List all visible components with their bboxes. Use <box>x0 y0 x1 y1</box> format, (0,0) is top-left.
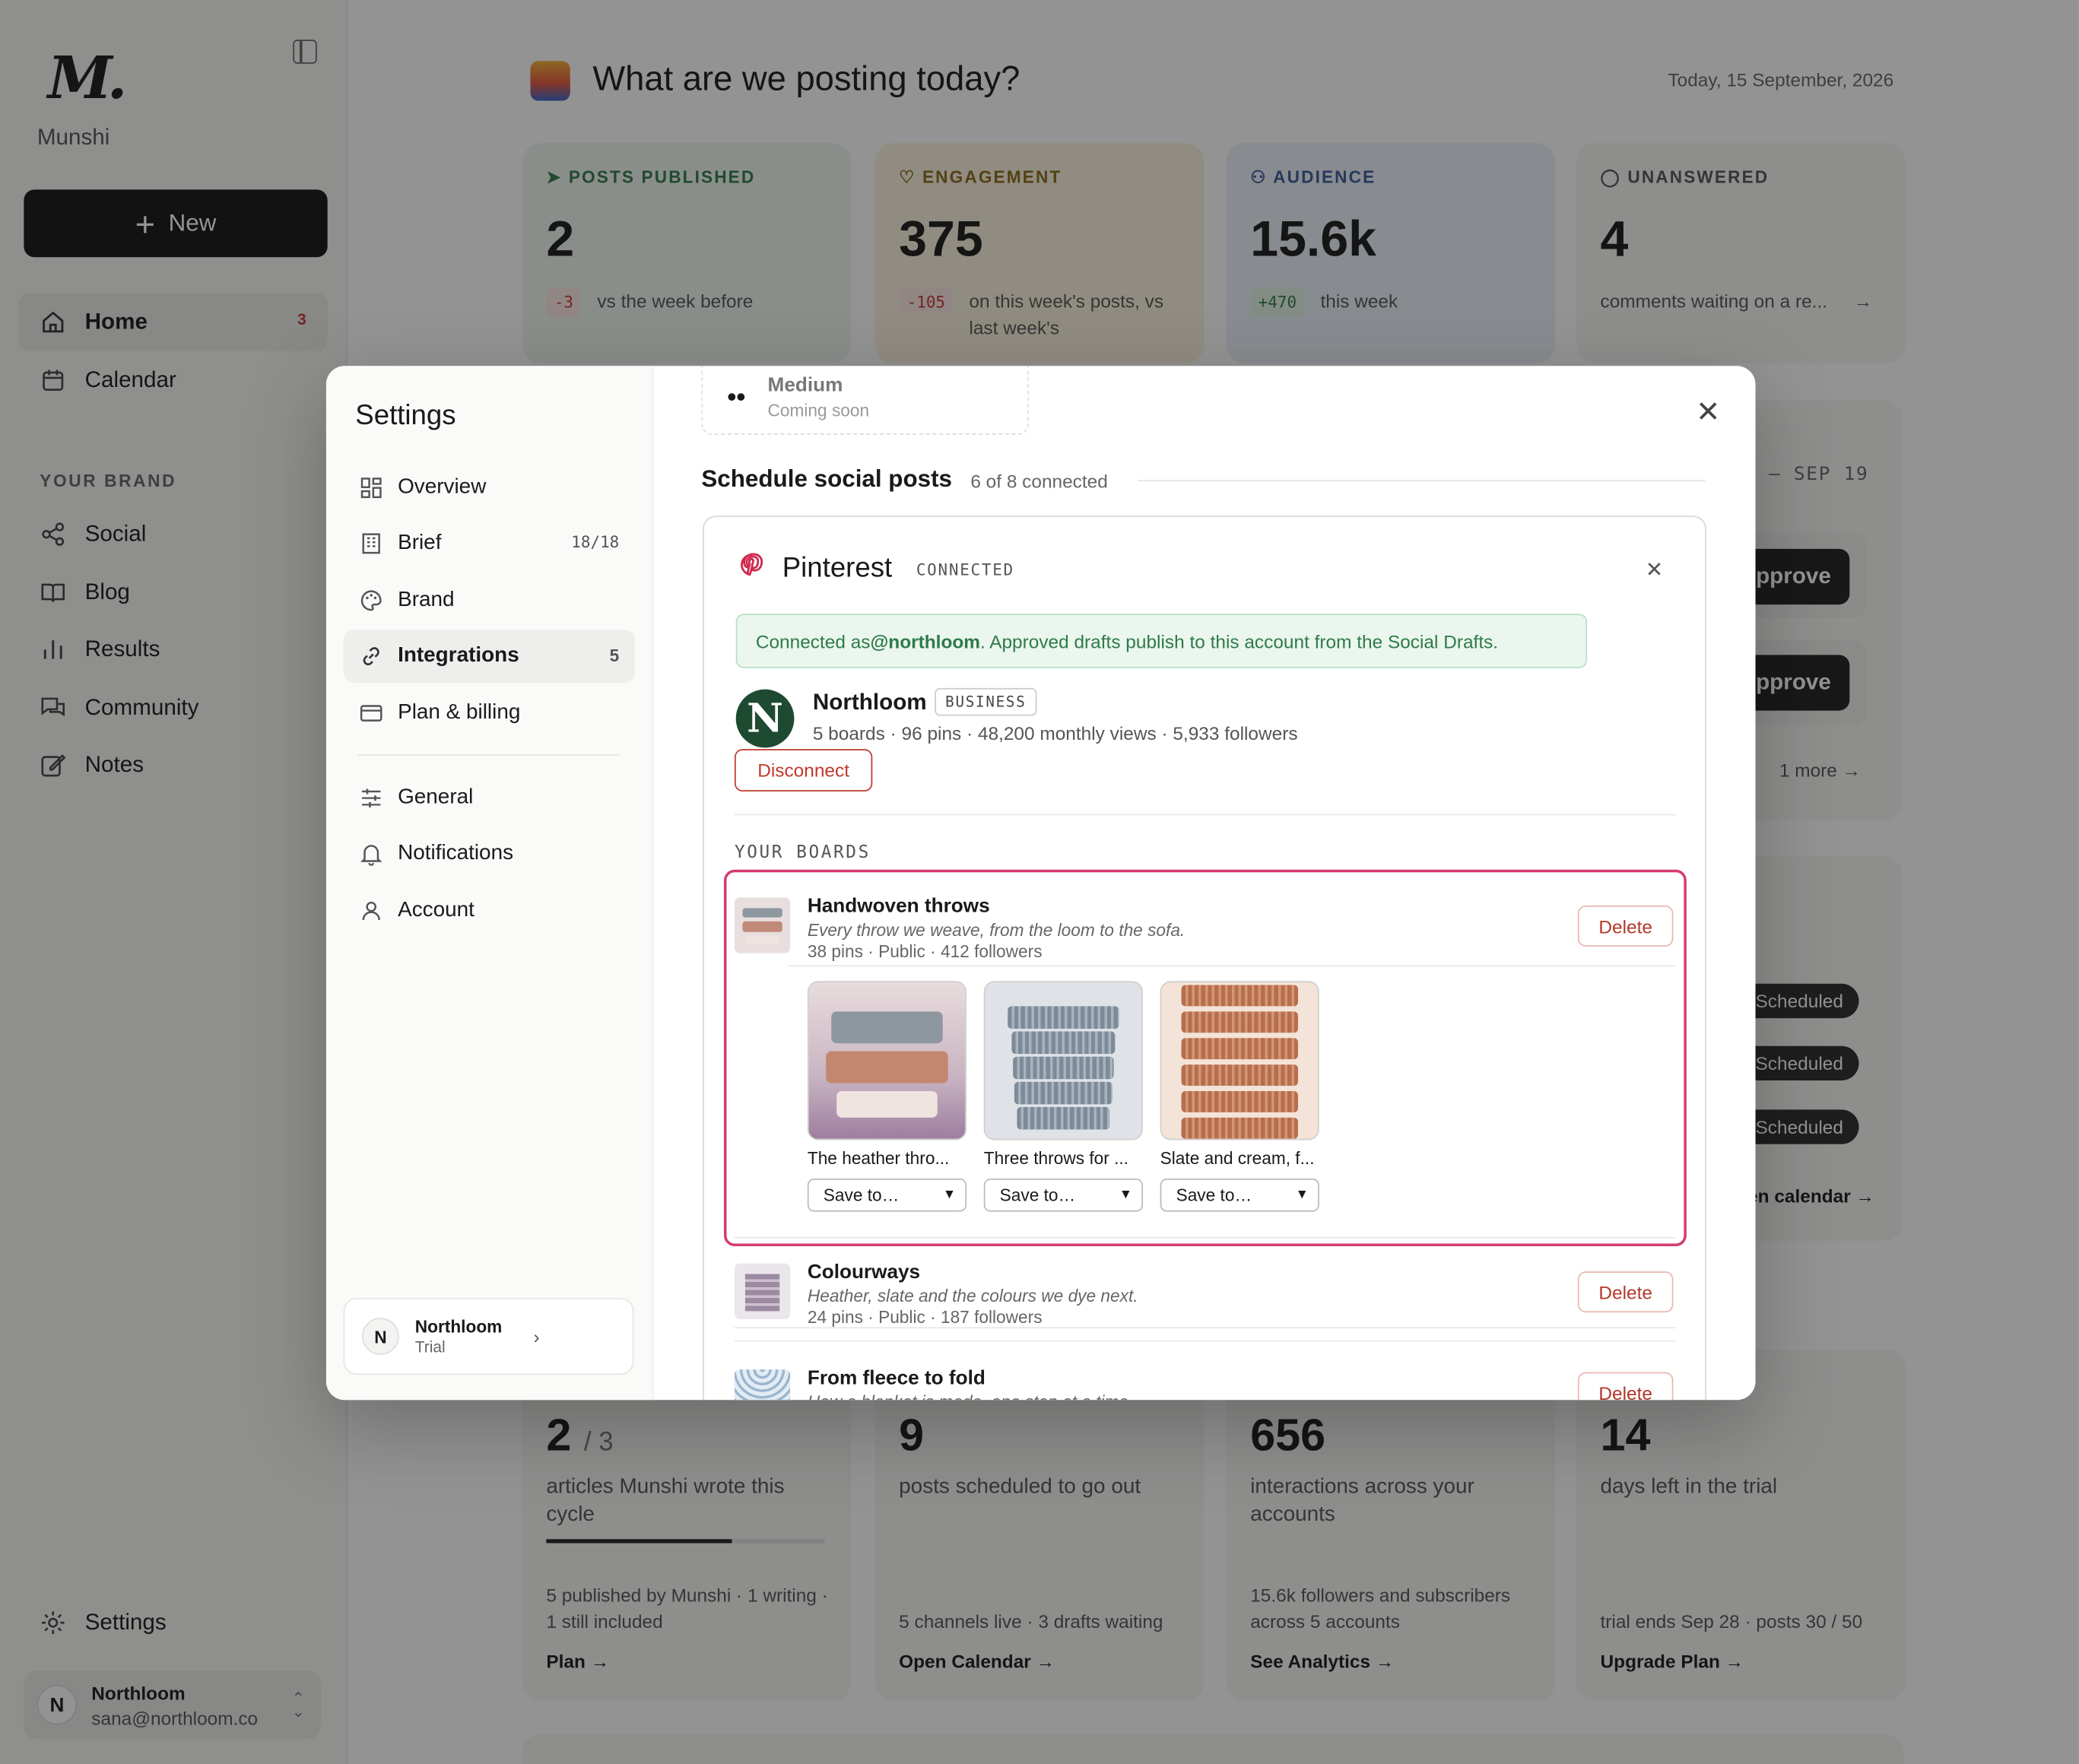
account-stats: 5 boards · 96 pins · 48,200 monthly view… <box>812 722 1298 744</box>
settings-nav-label: Account <box>398 899 475 922</box>
settings-content: ●● Medium Coming soon Schedule social po… <box>654 366 1756 1401</box>
chevron-down-icon: ▼ <box>942 1188 957 1203</box>
pin-image[interactable] <box>983 981 1143 1141</box>
settings-nav-label: General <box>398 785 474 809</box>
user-icon <box>362 901 380 921</box>
disconnect-button[interactable]: Disconnect <box>734 749 873 792</box>
account-name: Northloom <box>812 689 927 715</box>
divider <box>734 1327 1676 1329</box>
divider <box>734 1236 1676 1239</box>
settings-nav-label: Overview <box>398 475 487 499</box>
avatar: N <box>362 1318 399 1355</box>
pinterest-icon <box>741 553 763 576</box>
pin-caption: The heather thro... <box>807 1147 950 1169</box>
section-title: Schedule social posts <box>701 465 953 492</box>
save-to-select[interactable]: Save to… ▼ <box>807 1179 967 1212</box>
account-type-badge: BUSINESS <box>935 687 1037 716</box>
settings-sidebar: Settings Overview Brief 18/18 Brand Inte… <box>325 366 654 1401</box>
account-name: Northloom <box>414 1316 503 1337</box>
card-icon <box>360 705 382 722</box>
settings-nav-account[interactable]: Account <box>344 884 636 938</box>
delete-board-button[interactable]: Delete <box>1577 1271 1674 1313</box>
board-thumbnail <box>734 897 791 953</box>
settings-nav-label: Integrations <box>398 644 519 668</box>
bell-icon <box>360 845 382 866</box>
link-icon <box>363 647 379 666</box>
connected-count: 6 of 8 connected <box>970 470 1108 492</box>
settings-nav-notifications[interactable]: Notifications <box>344 827 636 880</box>
board-thumbnail <box>734 1369 791 1401</box>
pin-caption: Three throws for ... <box>983 1147 1128 1169</box>
integrations-count: 5 <box>609 646 620 666</box>
medium-integration: ●● Medium Coming soon <box>701 366 1030 435</box>
board-description: How a blanket is made, one step at a tim… <box>808 1392 1133 1400</box>
sliders-icon <box>362 788 381 807</box>
connection-status: CONNECTED <box>916 560 1014 579</box>
northloom-logo: N <box>735 689 795 748</box>
delete-board-button[interactable]: Delete <box>1577 905 1674 947</box>
brief-count: 18/18 <box>571 532 620 552</box>
board-meta: 24 pins · Public · 187 followers <box>807 1307 1043 1328</box>
divider <box>787 965 1676 967</box>
settings-nav-plan[interactable]: Plan & billing <box>344 687 636 740</box>
save-to-select[interactable]: Save to… ▼ <box>983 1179 1143 1212</box>
pin-card: Slate and cream, f... Save to… ▼ <box>1160 981 1319 1212</box>
pinterest-card: Pinterest CONNECTED ✕ Connected as @nort… <box>703 516 1707 1401</box>
board-description: Heather, slate and the colours we dye ne… <box>807 1286 1138 1306</box>
chevron-down-icon: ▼ <box>1295 1188 1309 1203</box>
chevron-down-icon: ▼ <box>1119 1188 1133 1203</box>
palette-icon <box>360 590 382 611</box>
settings-nav-brand[interactable]: Brand <box>344 574 636 627</box>
boards-label: YOUR BOARDS <box>734 842 871 864</box>
pinterest-title: Pinterest <box>782 553 893 584</box>
board-description: Every throw we weave, from the loom to t… <box>807 920 1186 941</box>
divider <box>734 1340 1676 1342</box>
board-row-fleece-to-fold: From fleece to fold How a blanket is mad… <box>734 1366 1676 1401</box>
board-name: Handwoven throws <box>807 894 990 918</box>
divider <box>734 814 1676 816</box>
board-name: Colourways <box>807 1261 921 1283</box>
account-plan: Trial <box>414 1337 446 1356</box>
connected-banner: Connected as @northloom. Approved drafts… <box>735 614 1588 668</box>
settings-nav-label: Brand <box>398 589 455 611</box>
pin-image[interactable] <box>1160 981 1319 1141</box>
delete-board-button[interactable]: Delete <box>1577 1372 1674 1401</box>
settings-nav-brief[interactable]: Brief 18/18 <box>344 517 636 570</box>
integration-status: Coming soon <box>767 400 870 420</box>
settings-nav-label: Brief <box>398 531 442 554</box>
grid-icon <box>360 477 382 499</box>
settings-nav-overview[interactable]: Overview <box>344 462 636 515</box>
account-switcher[interactable]: N Northloom Trial › <box>343 1297 634 1375</box>
pin-image[interactable] <box>807 981 967 1141</box>
save-to-select[interactable]: Save to… ▼ <box>1160 1179 1319 1212</box>
board-name: From fleece to fold <box>807 1366 986 1390</box>
settings-modal: Settings Overview Brief 18/18 Brand Inte… <box>325 366 1756 1401</box>
board-meta: 38 pins · Public · 412 followers <box>807 941 1043 962</box>
pin-caption: Slate and cream, f... <box>1160 1147 1315 1169</box>
settings-divider <box>357 754 620 756</box>
settings-nav-label: Notifications <box>398 842 514 865</box>
settings-nav-label: Plan & billing <box>398 701 521 725</box>
pin-card: The heather thro... Save to… ▼ <box>807 981 967 1212</box>
integration-name: Medium <box>767 373 843 397</box>
board-thumbnail <box>734 1263 791 1319</box>
pin-card: Three throws for ... Save to… ▼ <box>983 981 1143 1212</box>
building-icon <box>362 533 380 554</box>
settings-title: Settings <box>355 400 456 431</box>
settings-nav-general[interactable]: General <box>344 772 636 825</box>
settings-nav-integrations[interactable]: Integrations 5 <box>343 630 636 683</box>
chevron-right-icon: › <box>533 1325 540 1347</box>
close-icon[interactable]: ✕ <box>1646 557 1663 583</box>
board-row-colourways: Colourways Heather, slate and the colour… <box>734 1261 1676 1342</box>
medium-icon: ●● <box>726 385 746 406</box>
section-divider <box>1138 480 1706 481</box>
